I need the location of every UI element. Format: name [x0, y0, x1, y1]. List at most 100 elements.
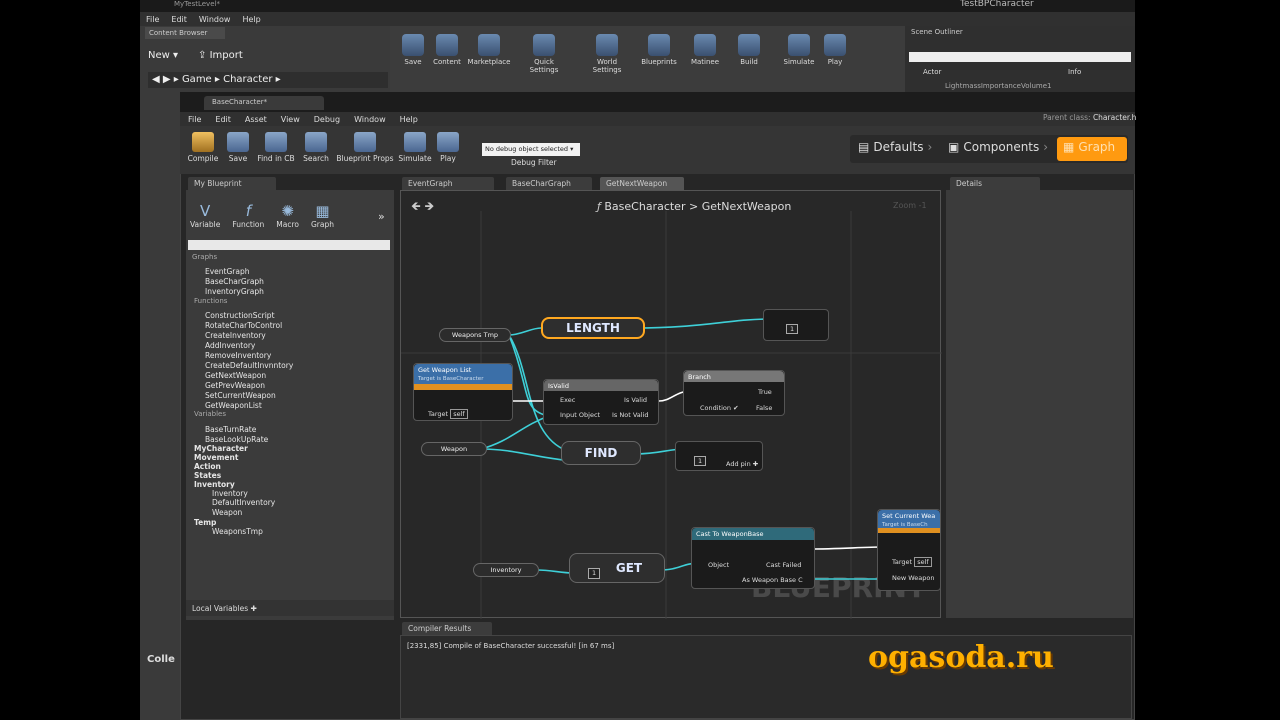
import-button[interactable]: ⇪ Import	[198, 50, 243, 61]
menu-edit[interactable]: Edit	[171, 15, 187, 24]
category-mycharacter[interactable]: MyCharacter	[194, 444, 248, 453]
branch-node[interactable]: Branch Condition ✔ True False	[683, 370, 785, 416]
find-in-cb-button[interactable]: Find in CB	[255, 132, 297, 163]
add-macro[interactable]: ✺ Macro	[276, 202, 299, 229]
add-pin-button[interactable]: Add pin ✚	[726, 460, 758, 468]
function-item[interactable]: RemoveInventory	[205, 351, 271, 360]
mode-defaults[interactable]: ▤ Defaults ›	[858, 140, 932, 154]
outliner-search[interactable]	[909, 52, 1131, 62]
function-item[interactable]: ConstructionScript	[205, 311, 275, 320]
bp-play-button[interactable]: Play	[427, 132, 469, 163]
breadcrumb: ◀ ▶ ▸ Game ▸ Character ▸	[148, 72, 388, 88]
function-item[interactable]: GetWeaponList	[205, 401, 262, 410]
function-item[interactable]: GetNextWeapon	[205, 371, 266, 380]
new-button[interactable]: New ▾	[148, 50, 178, 61]
function-item[interactable]: CreateInventory	[205, 331, 266, 340]
my-blueprint-tab[interactable]: My Blueprint	[188, 177, 276, 190]
breadcrumb-character[interactable]: Character	[223, 74, 272, 85]
toolbar-matinee[interactable]: Matinee	[682, 34, 728, 66]
inventory-node[interactable]: Inventory	[473, 563, 539, 577]
make-array-node[interactable]: 1 Add pin ✚	[675, 441, 763, 471]
graph-item[interactable]: InventoryGraph	[205, 287, 264, 296]
toolbar-quick-settings[interactable]: Quick Settings	[520, 34, 568, 74]
get-index[interactable]: 1	[588, 568, 601, 579]
marketplace-icon	[478, 34, 500, 56]
category-movement[interactable]: Movement	[194, 453, 238, 462]
category-states[interactable]: States	[194, 471, 221, 480]
local-variables[interactable]: Local Variables ✚	[186, 600, 394, 616]
menu-help[interactable]: Help	[242, 15, 260, 24]
variable-item[interactable]: WeaponsTmp	[212, 527, 263, 536]
weapons-tmp-node[interactable]: Weapons Tmp	[439, 328, 511, 342]
false-pin: False	[756, 404, 773, 412]
my-blueprint-search[interactable]	[188, 240, 390, 250]
menu-window[interactable]: Window	[199, 15, 231, 24]
variable-item[interactable]: BaseLookUpRate	[205, 435, 268, 444]
graph-item[interactable]: EventGraph	[205, 267, 250, 276]
function-item[interactable]: AddInventory	[205, 341, 255, 350]
toolbar-build[interactable]: Build	[726, 34, 772, 66]
search-button[interactable]: Search	[295, 132, 337, 163]
bp-menu-edit[interactable]: Edit	[215, 115, 231, 124]
bp-menu-view[interactable]: View	[281, 115, 300, 124]
category-action[interactable]: Action	[194, 462, 221, 471]
blueprint-tab[interactable]: BaseCharacter*	[204, 96, 324, 110]
toolbar-world-settings[interactable]: World Settings	[583, 34, 631, 74]
bp-menu-file[interactable]: File	[188, 115, 201, 124]
bp-menu-window[interactable]: Window	[354, 115, 386, 124]
variable-item[interactable]: BaseTurnRate	[205, 425, 256, 434]
get-node[interactable]: 1 GET	[569, 553, 665, 583]
compare-node[interactable]: 1	[763, 309, 829, 341]
variable-item[interactable]: DefaultInventory	[212, 498, 275, 507]
toolbar-blueprints[interactable]: Blueprints	[636, 34, 682, 66]
bp-menu-help[interactable]: Help	[400, 115, 418, 124]
function-item[interactable]: SetCurrentWeapon	[205, 391, 276, 400]
add-graph[interactable]: ▦ Graph	[311, 202, 334, 229]
expand-icon[interactable]: »	[378, 210, 385, 223]
variable-item[interactable]: Inventory	[212, 489, 248, 498]
category-temp[interactable]: Temp	[194, 518, 216, 527]
is-valid-node[interactable]: IsValid Exec Input Object Is Valid Is No…	[543, 379, 659, 425]
world-settings-icon	[596, 34, 618, 56]
bp-save-button[interactable]: Save	[217, 132, 259, 163]
breadcrumb-game[interactable]: Game	[182, 74, 212, 85]
wire	[508, 327, 542, 336]
find-node[interactable]: FIND	[561, 441, 641, 465]
graph-item[interactable]: BaseCharGraph	[205, 277, 264, 286]
toolbar-content[interactable]: Content	[424, 34, 470, 66]
project-title: TestBPCharacter	[960, 0, 1034, 9]
function-item[interactable]: CreateDefaultInvnntory	[205, 361, 293, 370]
set-current-weapon-node[interactable]: Set Current Wea Target is BaseCh Target s…	[877, 509, 941, 591]
weapon-node[interactable]: Weapon	[421, 442, 487, 456]
bp-menu-asset[interactable]: Asset	[245, 115, 267, 124]
compare-value[interactable]: 1	[786, 324, 799, 334]
cast-node[interactable]: Cast To WeaponBase Object Cast Failed As…	[691, 527, 815, 589]
tab-getnextweapon[interactable]: GetNextWeapon	[600, 177, 684, 190]
outliner-row[interactable]: LightmassImportanceVolume1	[945, 82, 1051, 90]
index-value[interactable]: 1	[694, 456, 707, 466]
get-weapon-list-node[interactable]: Get Weapon List Target is BaseCharacter T…	[413, 363, 513, 421]
length-node[interactable]: LENGTH	[541, 317, 645, 339]
add-buttons: V Variable f Function ✺ Macro ▦ Graph	[190, 202, 390, 229]
menu-file[interactable]: File	[146, 15, 159, 24]
mode-components[interactable]: ▣ Components ›	[948, 140, 1048, 154]
debug-object-select[interactable]: No debug object selected ▾	[482, 143, 580, 156]
details-tab[interactable]: Details	[950, 177, 1040, 190]
toolbar-play[interactable]: Play	[812, 34, 858, 66]
outliner-tab[interactable]: Scene Outliner	[911, 28, 963, 36]
function-item[interactable]: RotateCharToControl	[205, 321, 282, 330]
collections-header[interactable]: Colle	[147, 654, 175, 665]
compiler-results-tab[interactable]: Compiler Results	[402, 622, 492, 635]
add-function[interactable]: f Function	[232, 202, 264, 229]
graph-canvas[interactable]: 🡸 🡺 ƒ BaseCharacter > GetNextWeapon Zoom…	[400, 190, 942, 619]
function-item[interactable]: GetPrevWeapon	[205, 381, 265, 390]
tab-eventgraph[interactable]: EventGraph	[402, 177, 494, 190]
content-browser-tab[interactable]: Content Browser	[145, 27, 225, 39]
bp-menu-debug[interactable]: Debug	[314, 115, 340, 124]
category-inventory[interactable]: Inventory	[194, 480, 235, 489]
toolbar-marketplace[interactable]: Marketplace	[466, 34, 512, 66]
tab-basechargraph[interactable]: BaseCharGraph	[506, 177, 592, 190]
add-variable[interactable]: V Variable	[190, 202, 220, 229]
variable-item[interactable]: Weapon	[212, 508, 242, 517]
blueprint-props-button[interactable]: Blueprint Props	[336, 132, 394, 163]
